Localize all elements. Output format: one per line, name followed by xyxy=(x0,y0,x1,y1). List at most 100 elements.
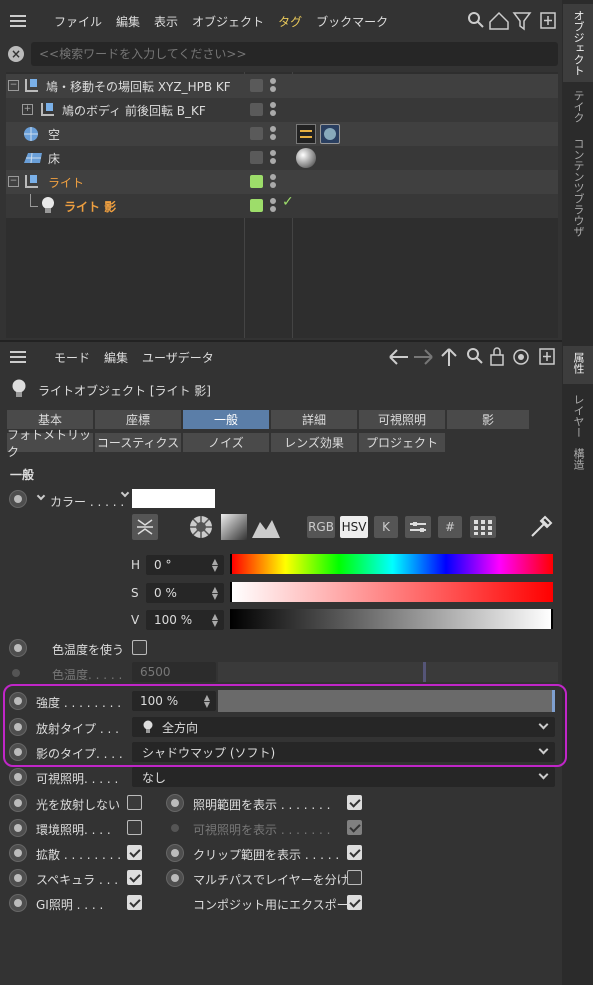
ambient-checkbox[interactable] xyxy=(127,820,142,835)
clear-search-icon[interactable]: × xyxy=(8,46,24,62)
no-light-checkbox[interactable] xyxy=(127,795,142,810)
menu-bookmark[interactable]: ブックマーク xyxy=(316,13,388,30)
render-dots-icon[interactable] xyxy=(270,150,276,166)
collapse-icon[interactable]: − xyxy=(8,176,19,187)
vtab-structure[interactable]: 構造 xyxy=(563,442,593,486)
keyframe-toggle[interactable] xyxy=(9,490,27,508)
tree-row[interactable]: − ライト xyxy=(6,170,558,194)
tab-general[interactable]: 一般 xyxy=(182,409,270,430)
tab-details[interactable]: 詳細 xyxy=(270,409,358,430)
diffuse-checkbox[interactable] xyxy=(127,845,142,860)
emit-type-dropdown[interactable]: 全方向 xyxy=(132,717,555,737)
keyframe-toggle[interactable] xyxy=(166,869,184,887)
render-dots-icon[interactable] xyxy=(270,102,276,118)
vtab-attributes[interactable]: 属性 xyxy=(563,346,593,384)
tab-noise[interactable]: ノイズ xyxy=(182,432,270,453)
hamburger-icon[interactable] xyxy=(10,351,26,363)
search-icon[interactable] xyxy=(467,348,483,364)
stepper-icon[interactable]: ▲ ▼ xyxy=(212,558,218,573)
spectrum-icon[interactable] xyxy=(221,514,247,540)
tab-lens-effects[interactable]: レンズ効果 xyxy=(270,432,358,453)
intensity-slider[interactable] xyxy=(218,690,555,712)
arrow-right-icon[interactable] xyxy=(414,349,433,365)
render-dots-icon[interactable] xyxy=(270,198,276,214)
render-dots-icon[interactable] xyxy=(270,174,276,190)
composite-export-checkbox[interactable] xyxy=(347,895,362,910)
search-input[interactable] xyxy=(31,42,558,66)
visibility-toggle[interactable] xyxy=(250,175,263,188)
keyframe-toggle[interactable] xyxy=(9,692,27,710)
material-tag-icon[interactable] xyxy=(296,148,316,168)
color-wheel-icon[interactable] xyxy=(188,514,214,540)
arrow-left-icon[interactable] xyxy=(389,349,408,365)
rgb-button[interactable]: RGB xyxy=(307,516,335,538)
menu-tag[interactable]: タグ xyxy=(278,13,302,30)
keyframe-toggle[interactable] xyxy=(9,844,27,862)
lock-icon[interactable] xyxy=(490,347,504,366)
use-temp-checkbox[interactable] xyxy=(132,640,147,655)
new-window-icon[interactable] xyxy=(540,12,556,29)
saturation-slider[interactable] xyxy=(230,582,553,602)
tab-coord[interactable]: 座標 xyxy=(94,409,182,430)
menu-edit[interactable]: 編集 xyxy=(104,349,128,366)
menu-userdata[interactable]: ユーザデータ xyxy=(142,349,214,366)
shadow-type-dropdown[interactable]: シャドウマップ (ソフト) xyxy=(132,742,555,762)
expand-icon[interactable]: + xyxy=(22,104,33,115)
mixer-icon[interactable] xyxy=(405,516,431,538)
keyframe-toggle[interactable] xyxy=(9,819,27,837)
filter-icon[interactable] xyxy=(512,12,532,31)
chevron-down-icon[interactable] xyxy=(36,491,46,501)
stepper-icon[interactable]: ▲ ▼ xyxy=(204,694,210,709)
keyframe-toggle[interactable] xyxy=(9,743,27,761)
visibility-toggle[interactable] xyxy=(250,199,263,212)
kelvin-button[interactable]: K xyxy=(374,516,398,538)
hamburger-icon[interactable] xyxy=(10,15,26,27)
image-icon[interactable] xyxy=(252,514,280,540)
gi-checkbox[interactable] xyxy=(127,895,142,910)
visible-light-dropdown[interactable]: なし xyxy=(132,767,555,787)
collapse-icon[interactable]: − xyxy=(8,80,19,91)
swatches-icon[interactable] xyxy=(470,516,496,538)
menu-object[interactable]: オブジェクト xyxy=(192,13,264,30)
keyframe-toggle[interactable] xyxy=(9,869,27,887)
render-dots-icon[interactable] xyxy=(270,78,276,94)
vtab-layers[interactable]: レイヤー xyxy=(563,388,593,438)
specular-checkbox[interactable] xyxy=(127,870,142,885)
intensity-field[interactable]: 100 % ▲ ▼ xyxy=(132,691,216,711)
visibility-toggle[interactable] xyxy=(250,79,263,92)
s-field[interactable]: 0 % ▲ ▼ xyxy=(146,583,224,603)
menu-file[interactable]: ファイル xyxy=(54,13,102,30)
menu-mode[interactable]: モード xyxy=(54,349,90,366)
tree-row[interactable]: 床 xyxy=(6,146,558,170)
tab-caustics[interactable]: コースティクス xyxy=(94,432,182,453)
value-slider[interactable] xyxy=(230,609,553,629)
menu-edit[interactable]: 編集 xyxy=(116,13,140,30)
tree-row[interactable]: ライト 影 ✓ xyxy=(6,194,558,218)
tab-photometric[interactable]: フォトメトリック xyxy=(6,428,94,459)
stepper-icon[interactable]: ▲ ▼ xyxy=(212,586,218,601)
show-illumination-checkbox[interactable] xyxy=(347,795,362,810)
arrow-up-icon[interactable] xyxy=(441,348,457,366)
vtab-objects[interactable]: オブジェクト xyxy=(563,4,593,82)
hue-slider[interactable] xyxy=(230,554,553,574)
keyframe-toggle[interactable] xyxy=(9,639,27,657)
compress-icon[interactable] xyxy=(132,514,158,540)
vtab-content-browser[interactable]: コンテンツブラウザ xyxy=(563,132,593,242)
visibility-toggle[interactable] xyxy=(250,151,263,164)
tab-shadow[interactable]: 影 xyxy=(446,409,530,430)
keyframe-toggle[interactable] xyxy=(166,844,184,862)
tab-visibility[interactable]: 可視照明 xyxy=(358,409,446,430)
tree-row[interactable]: + 鳩のボディ 前後回転 B_KF xyxy=(6,98,558,122)
render-dots-icon[interactable] xyxy=(270,126,276,142)
visibility-toggle[interactable] xyxy=(250,127,263,140)
keyframe-toggle[interactable] xyxy=(9,768,27,786)
v-field[interactable]: 100 % ▲ ▼ xyxy=(146,610,224,630)
visibility-toggle[interactable] xyxy=(250,103,263,116)
tab-project[interactable]: プロジェクト xyxy=(358,432,446,453)
material-tag-icon[interactable] xyxy=(320,124,340,144)
keyframe-toggle[interactable] xyxy=(9,894,27,912)
hsv-button[interactable]: HSV xyxy=(340,516,368,538)
multipass-checkbox[interactable] xyxy=(347,870,362,885)
keyframe-toggle[interactable] xyxy=(9,794,27,812)
stepper-icon[interactable]: ▲ ▼ xyxy=(212,613,218,628)
